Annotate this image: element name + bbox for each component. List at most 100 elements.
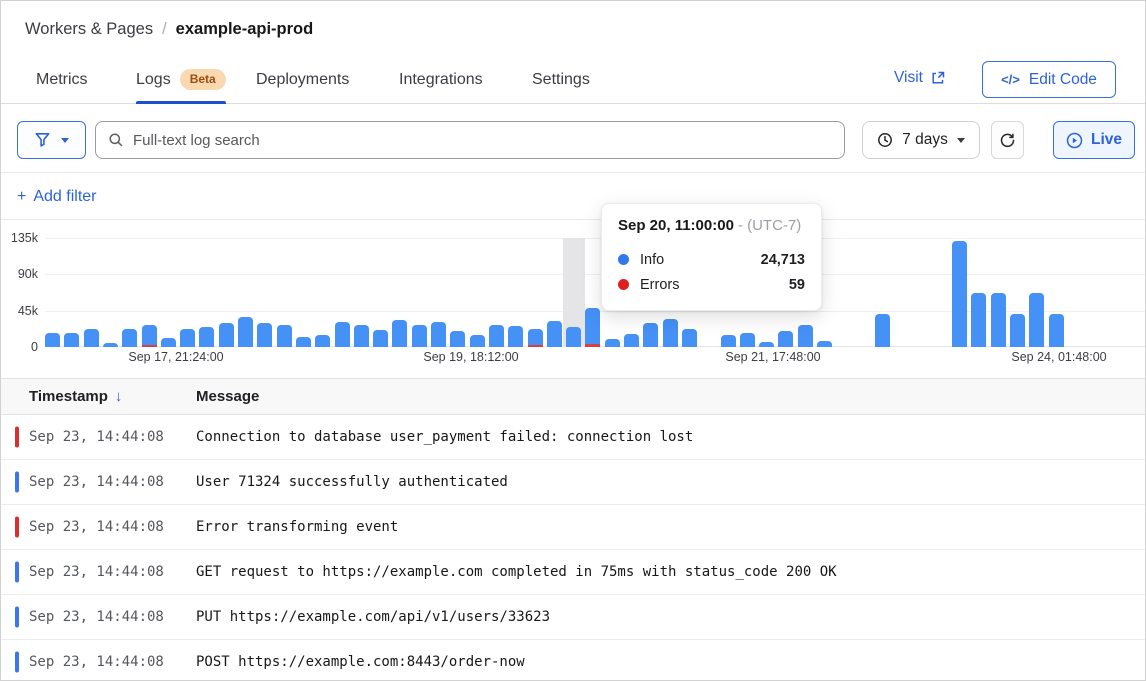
chart-bar[interactable] xyxy=(1049,314,1064,347)
log-level-indicator-error xyxy=(15,427,19,448)
search-icon xyxy=(108,132,124,148)
chart-bar[interactable] xyxy=(585,308,600,347)
breadcrumb-separator: / xyxy=(162,20,167,38)
chart-bar[interactable] xyxy=(605,339,620,347)
log-table-row[interactable]: Sep 23, 14:44:08PUT https://example.com/… xyxy=(1,595,1145,640)
chart-bar[interactable] xyxy=(778,331,793,347)
chart-bar[interactable] xyxy=(315,335,330,347)
log-table-body: Sep 23, 14:44:08 Connection to database u… xyxy=(1,415,1145,680)
chart-bar[interactable] xyxy=(180,329,195,347)
log-table-header: Timestamp ↓ Message xyxy=(1,378,1145,415)
log-search xyxy=(95,121,845,159)
add-filter-button[interactable]: + Add filter xyxy=(17,188,96,206)
log-timestamp: Sep 23, 14:44:08 xyxy=(1,609,196,625)
live-button[interactable]: Live xyxy=(1053,121,1135,159)
chart-bar[interactable] xyxy=(45,333,60,347)
chart-bar[interactable] xyxy=(643,323,658,347)
chart-bar[interactable] xyxy=(1010,314,1025,347)
tab-settings[interactable]: Settings xyxy=(532,56,590,103)
tooltip-timezone: - (UTC-7) xyxy=(738,217,801,234)
chart-plot xyxy=(1,238,1146,347)
time-range-dropdown[interactable]: 7 days xyxy=(862,121,980,159)
log-table-row[interactable]: Sep 23, 14:44:08GET request to https://e… xyxy=(1,550,1145,595)
column-header-message[interactable]: Message xyxy=(196,388,259,405)
chart-bar[interactable] xyxy=(431,322,446,347)
chart-bar[interactable] xyxy=(624,334,639,347)
chart-bar[interactable] xyxy=(759,342,774,347)
chart-bar[interactable] xyxy=(142,325,157,347)
chart-bar[interactable] xyxy=(508,326,523,347)
tab-deployments[interactable]: Deployments xyxy=(256,56,349,103)
chart-bar[interactable] xyxy=(528,329,543,347)
play-circle-icon xyxy=(1066,132,1083,149)
x-axis-tick: Sep 17, 21:24:00 xyxy=(128,350,223,364)
refresh-button[interactable] xyxy=(991,121,1024,159)
chart-bar[interactable] xyxy=(103,343,118,347)
chart-bar[interactable] xyxy=(354,325,369,347)
beta-badge: Beta xyxy=(180,69,226,90)
chart-bar-highlighted[interactable] xyxy=(566,327,581,347)
log-table-row[interactable]: Sep 23, 14:44:08Error transforming event xyxy=(1,505,1145,550)
chart-bar[interactable] xyxy=(721,335,736,347)
chart-bar[interactable] xyxy=(412,325,427,347)
log-timestamp: Sep 23, 14:44:08 xyxy=(1,474,196,490)
tab-label: Settings xyxy=(532,71,590,89)
chart-bar[interactable] xyxy=(875,314,890,347)
chart-bar[interactable] xyxy=(817,341,832,347)
visit-link[interactable]: Visit xyxy=(894,69,945,87)
chart-bar[interactable] xyxy=(971,293,986,347)
workers-logs-page: Workers & Pages/example-api-prod Metrics… xyxy=(0,0,1146,681)
add-filter-label: Add filter xyxy=(33,188,96,206)
log-message: Connection to database user_payment fail… xyxy=(196,429,693,445)
sort-descending-icon[interactable]: ↓ xyxy=(115,388,123,405)
filter-menu-button[interactable] xyxy=(17,121,86,159)
column-header-timestamp[interactable]: Timestamp ↓ xyxy=(1,388,196,405)
tab-metrics[interactable]: Metrics xyxy=(36,56,88,103)
x-axis-tick: Sep 24, 01:48:00 xyxy=(1011,350,1106,364)
tooltip-timestamp: Sep 20, 11:00:00- (UTC-7) xyxy=(618,217,805,234)
chart-bar-error-segment xyxy=(528,345,543,347)
chart-bar[interactable] xyxy=(296,337,311,347)
search-input[interactable] xyxy=(133,132,832,149)
x-axis-tick: Sep 19, 18:12:00 xyxy=(423,350,518,364)
chart-bar[interactable] xyxy=(335,322,350,347)
chart-bar[interactable] xyxy=(238,317,253,347)
chart-bar[interactable] xyxy=(161,338,176,347)
chart-bar[interactable] xyxy=(470,335,485,347)
breadcrumb-section[interactable]: Workers & Pages xyxy=(25,20,153,38)
log-timestamp: Sep 23, 14:44:08 xyxy=(1,519,196,535)
log-table-row[interactable]: Sep 23, 14:44:08POST https://example.com… xyxy=(1,640,1145,680)
chart-bar[interactable] xyxy=(740,333,755,347)
chart-bar[interactable] xyxy=(219,323,234,347)
visit-label: Visit xyxy=(894,69,923,87)
chart-bar[interactable] xyxy=(277,325,292,347)
chart-bar[interactable] xyxy=(547,321,562,347)
tab-integrations[interactable]: Integrations xyxy=(399,56,483,103)
chart-bar[interactable] xyxy=(257,323,272,347)
chart-bar[interactable] xyxy=(122,329,137,347)
chart-bar[interactable] xyxy=(84,329,99,347)
chart-bar[interactable] xyxy=(663,319,678,347)
log-message: POST https://example.com:8443/order-now xyxy=(196,654,525,670)
tab-bar: Metrics Logs Beta Deployments Integratio… xyxy=(1,56,1145,104)
edit-code-label: Edit Code xyxy=(1029,71,1097,89)
chart-bar[interactable] xyxy=(952,241,967,347)
chart-bar[interactable] xyxy=(798,325,813,347)
chart-bar[interactable] xyxy=(450,331,465,347)
chart-bar[interactable] xyxy=(199,327,214,347)
funnel-icon xyxy=(34,132,51,148)
chart-bar[interactable] xyxy=(682,329,697,347)
chart-bar[interactable] xyxy=(64,333,79,347)
chart-bar[interactable] xyxy=(373,330,388,347)
chart-bar[interactable] xyxy=(1029,293,1044,347)
chart-bar[interactable] xyxy=(392,320,407,347)
chart-bar[interactable] xyxy=(991,293,1006,347)
chart-bar[interactable] xyxy=(489,325,504,347)
edit-code-button[interactable]: </> Edit Code xyxy=(982,61,1116,98)
breadcrumb: Workers & Pages/example-api-prod xyxy=(25,20,313,39)
chart-bar-error-segment xyxy=(585,344,600,347)
log-table-row[interactable]: Sep 23, 14:44:08User 71324 successfully … xyxy=(1,460,1145,505)
log-level-indicator-info xyxy=(15,562,19,583)
tab-logs[interactable]: Logs Beta xyxy=(136,56,226,103)
log-table-row[interactable]: Sep 23, 14:44:08Connection to database u… xyxy=(1,415,1145,460)
